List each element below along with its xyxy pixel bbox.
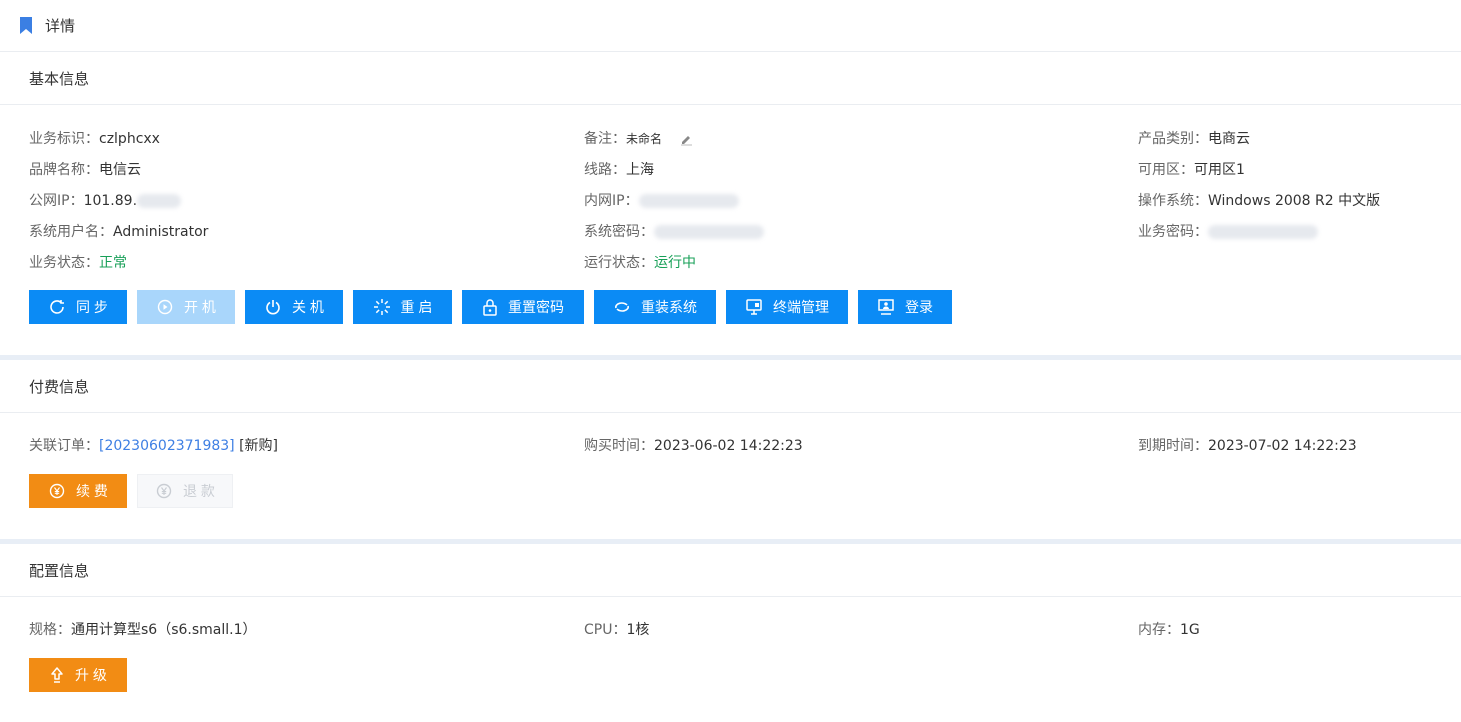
renew-button[interactable]: 续 费 — [29, 474, 127, 508]
buy-time-field: 购买时间：2023-06-02 14:22:23 — [584, 438, 803, 454]
redacted-value — [654, 225, 764, 239]
status-badge: 运行中 — [654, 255, 696, 271]
terminal-button[interactable]: 终端管理 — [726, 290, 848, 324]
brand-field: 品牌名称：电信云 — [29, 162, 141, 178]
bookmark-icon — [20, 17, 32, 34]
spec-field: 规格：通用计算型s6（s6.small.1） — [29, 622, 257, 638]
biz-status-field: 业务状态：正常 — [29, 255, 127, 271]
payment-title: 付费信息 — [0, 360, 1461, 413]
sys-user-field: 系统用户名：Administrator — [29, 224, 209, 240]
basic-info-title: 基本信息 — [0, 52, 1461, 105]
yen-circle-icon — [156, 483, 172, 499]
public-ip-field: 公网IP：101.89. — [29, 190, 182, 210]
upgrade-arrow-icon — [51, 667, 63, 683]
cpu-field: CPU：1核 — [584, 622, 650, 638]
detail-header: 详情 — [0, 0, 1461, 52]
refresh-icon — [615, 302, 629, 312]
reinstall-button[interactable]: 重装系统 — [594, 290, 716, 324]
login-screen-icon — [878, 299, 894, 315]
sync-icon — [50, 300, 65, 314]
status-badge: 正常 — [99, 255, 127, 271]
business-id-field: 业务标识：czlphcxx — [29, 131, 160, 147]
run-status-field: 运行状态：运行中 — [584, 255, 696, 271]
loading-icon — [373, 299, 390, 315]
edit-icon[interactable] — [680, 133, 693, 146]
remark-field: 备注：未命名 — [584, 128, 693, 148]
power-on-button[interactable]: 开 机 — [137, 290, 235, 324]
redacted-value — [638, 194, 739, 208]
config-title: 配置信息 — [0, 544, 1461, 597]
expire-time-field: 到期时间：2023-07-02 14:22:23 — [1138, 438, 1357, 454]
sync-button[interactable]: 同 步 — [29, 290, 127, 324]
redacted-value — [1208, 225, 1318, 239]
config-actions: 升 级 — [29, 658, 127, 692]
monitor-icon — [746, 299, 762, 315]
product-type-field: 产品类别：电商云 — [1138, 131, 1250, 147]
payment-actions: 续 费 退 款 — [29, 474, 233, 508]
basic-actions: 同 步 开 机 关 机 重 启 重置密码 重装系统 终端管理 登录 — [29, 290, 952, 324]
config-section: 配置信息 规格：通用计算型s6（s6.small.1） CPU：1核 内存：1G… — [0, 544, 1461, 720]
private-ip-field: 内网IP： — [584, 190, 739, 210]
line-field: 线路：上海 — [584, 162, 654, 178]
basic-info-section: 基本信息 业务标识：czlphcxx 备注：未命名 产品类别：电商云 品牌名称：… — [0, 52, 1461, 355]
yen-circle-icon — [49, 483, 65, 499]
order-link[interactable]: [20230602371983] — [99, 438, 235, 454]
login-button[interactable]: 登录 — [858, 290, 952, 324]
zone-field: 可用区：可用区1 — [1138, 162, 1245, 178]
power-icon — [266, 300, 280, 315]
redacted-value — [137, 194, 182, 208]
os-field: 操作系统：Windows 2008 R2 中文版 — [1138, 193, 1381, 209]
biz-password-field: 业务密码： — [1138, 221, 1318, 241]
upgrade-button[interactable]: 升 级 — [29, 658, 127, 692]
order-field: 关联订单：[20230602371983] [新购] — [29, 438, 279, 454]
play-circle-icon — [157, 299, 173, 315]
reset-password-button[interactable]: 重置密码 — [462, 290, 584, 324]
sys-password-field: 系统密码： — [584, 221, 764, 241]
memory-field: 内存：1G — [1138, 622, 1200, 638]
power-off-button[interactable]: 关 机 — [245, 290, 343, 324]
payment-section: 付费信息 关联订单：[20230602371983] [新购] 购买时间：202… — [0, 360, 1461, 539]
page-title: 详情 — [45, 17, 76, 35]
lock-icon — [483, 299, 497, 316]
refund-button[interactable]: 退 款 — [137, 474, 233, 508]
restart-button[interactable]: 重 启 — [353, 290, 452, 324]
